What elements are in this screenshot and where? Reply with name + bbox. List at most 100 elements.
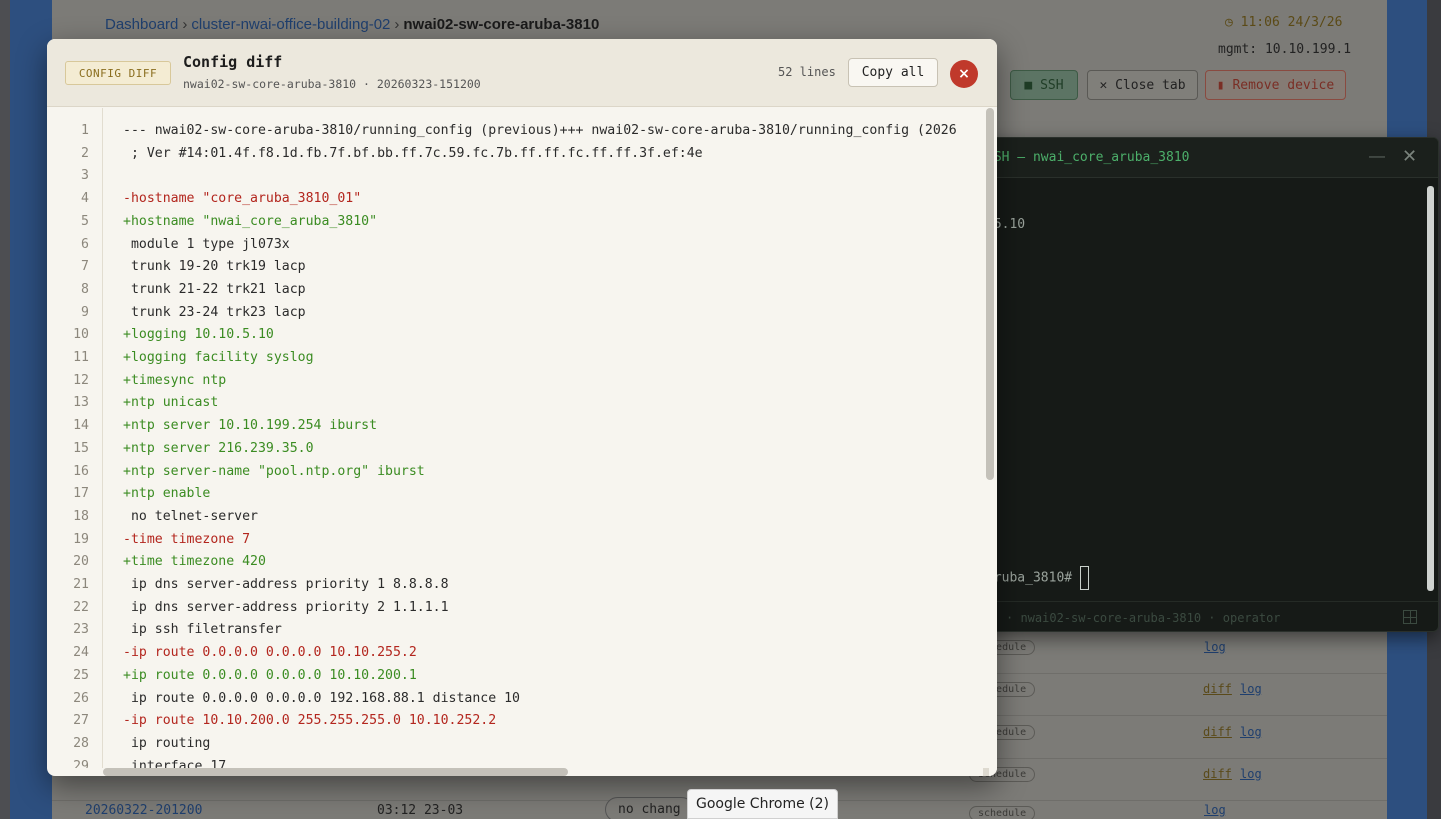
line-number: 19 bbox=[73, 531, 89, 547]
line-number: 25 bbox=[73, 667, 89, 683]
diff-link[interactable]: diff bbox=[1203, 767, 1232, 781]
line-number: 5 bbox=[81, 213, 89, 229]
schedule-pill[interactable]: schedule bbox=[969, 806, 1036, 819]
diff-line: 17 +ntp enable bbox=[47, 486, 983, 509]
breadcrumb-cluster[interactable]: cluster-nwai-office-building-02 bbox=[191, 16, 390, 33]
diff-line-text: +logging facility syslog bbox=[123, 350, 314, 365]
diff-line: 8 trunk 21-22 trk21 lacp bbox=[47, 282, 983, 305]
line-number: 24 bbox=[73, 645, 89, 661]
diff-line-text: +time timezone 420 bbox=[123, 554, 266, 570]
diff-line: 9 trunk 23-24 trk23 lacp bbox=[47, 305, 983, 328]
diff-line-text: module 1 type jl073x bbox=[123, 236, 290, 252]
line-number: 1 bbox=[81, 123, 89, 138]
scroll-corner bbox=[983, 768, 989, 776]
mgmt-address: mgmt: 10.10.199.1 bbox=[1218, 42, 1352, 57]
diff-line: 6 module 1 type jl073x bbox=[47, 237, 983, 260]
close-modal-button[interactable]: × bbox=[950, 60, 978, 88]
status-badge: no chang bbox=[605, 797, 694, 819]
line-number: 21 bbox=[73, 577, 89, 592]
clock: ◷ 11:06 24/3/26 bbox=[1225, 15, 1342, 30]
vertical-scrollbar[interactable] bbox=[986, 108, 994, 480]
line-number: 14 bbox=[73, 418, 89, 434]
diff-line: 2 ; Ver #14:01.4f.f8.1d.fb.7f.bf.bb.ff.7… bbox=[47, 146, 983, 169]
modal-subtitle: nwai02-sw-core-aruba-3810 · 20260323-151… bbox=[183, 77, 481, 91]
line-number: 28 bbox=[73, 735, 89, 751]
grid-icon[interactable] bbox=[1403, 610, 1417, 624]
diff-line: 27 -ip route 10.10.200.0 255.255.255.0 10… bbox=[47, 713, 983, 736]
diff-line: 12 +timesync ntp bbox=[47, 373, 983, 396]
terminal-output[interactable]: 5 .5.10 aruba_3810# bbox=[976, 179, 1426, 594]
log-link[interactable]: log bbox=[1204, 803, 1226, 817]
remove-device-label: Remove device bbox=[1232, 77, 1335, 93]
diff-line-text: --- nwai02-sw-core-aruba-3810/running_co… bbox=[123, 123, 957, 138]
close-tab-button[interactable]: ✕ Close tab bbox=[1087, 70, 1198, 100]
diff-line: 10 +logging 10.10.5.10 bbox=[47, 327, 983, 350]
log-link[interactable]: log bbox=[1240, 682, 1262, 696]
line-number: 12 bbox=[73, 372, 89, 388]
ssh-button[interactable]: ■ SSH bbox=[1010, 70, 1078, 100]
line-number: 6 bbox=[81, 236, 89, 252]
diff-line: 14 +ntp server 10.10.199.254 iburst bbox=[47, 418, 983, 441]
log-link[interactable]: log bbox=[1240, 725, 1262, 739]
diff-line-text: +hostname "nwai_core_aruba_3810" bbox=[123, 213, 378, 229]
copy-all-button[interactable]: Copy all bbox=[848, 58, 938, 87]
taskbar-tooltip: Google Chrome (2) bbox=[687, 789, 838, 819]
diff-line-text: +ntp server 10.10.199.254 iburst bbox=[123, 418, 378, 434]
line-number: 22 bbox=[73, 599, 89, 615]
diff-line: 29 interface 17 bbox=[47, 759, 983, 768]
diff-line-text: +ntp enable bbox=[123, 486, 211, 502]
line-number: 8 bbox=[81, 281, 89, 297]
diff-line: 28 ip routing bbox=[47, 736, 983, 759]
close-icon[interactable]: ✕ bbox=[1402, 146, 1417, 167]
diff-line-text: ip route 0.0.0.0 0.0.0.0 192.168.88.1 di… bbox=[123, 690, 520, 706]
diff-line-text: ; Ver #14:01.4f.f8.1d.fb.7f.bf.bb.ff.7c.… bbox=[123, 145, 703, 161]
history-snapshot-id[interactable]: 20260322-201200 bbox=[85, 803, 202, 818]
trash-icon: ▮ bbox=[1216, 77, 1233, 93]
diff-link[interactable]: diff bbox=[1203, 725, 1232, 739]
horizontal-scrollbar[interactable] bbox=[103, 768, 568, 776]
ssh-button-label: SSH bbox=[1040, 77, 1064, 93]
diff-line: 1 --- nwai02-sw-core-aruba-3810/running_c… bbox=[47, 123, 983, 146]
diff-line: 18 no telnet-server bbox=[47, 509, 983, 532]
minimize-icon[interactable]: — bbox=[1369, 148, 1385, 166]
diff-line-text: +ip route 0.0.0.0 0.0.0.0 10.10.200.1 bbox=[123, 667, 417, 683]
line-number: 2 bbox=[81, 145, 89, 161]
diff-link[interactable]: diff bbox=[1203, 682, 1232, 696]
line-number: 29 bbox=[73, 758, 89, 768]
line-number: 23 bbox=[73, 622, 89, 638]
clock-text: 11:06 24/3/26 bbox=[1240, 15, 1343, 30]
line-number: 7 bbox=[81, 259, 89, 275]
diff-line: 26 ip route 0.0.0.0 0.0.0.0 192.168.88.1… bbox=[47, 691, 983, 714]
diff-line: 20 +time timezone 420 bbox=[47, 554, 983, 577]
breadcrumb-separator: › bbox=[394, 16, 400, 33]
diff-line-text: +ntp server 216.239.35.0 bbox=[123, 440, 314, 456]
diff-line-text: +ntp unicast bbox=[123, 395, 219, 411]
diff-code-view[interactable]: 1 --- nwai02-sw-core-aruba-3810/running_c… bbox=[47, 108, 983, 768]
diff-line-text: +logging 10.10.5.10 bbox=[123, 327, 274, 343]
x-icon: ✕ bbox=[1099, 77, 1116, 93]
terminal-prompt: aruba_3810# bbox=[986, 570, 1073, 586]
log-link[interactable]: log bbox=[1240, 767, 1262, 781]
diff-line: 15 +ntp server 216.239.35.0 bbox=[47, 441, 983, 464]
diff-line: 23 ip ssh filetransfer bbox=[47, 622, 983, 645]
terminal-prompt-line: aruba_3810# bbox=[986, 566, 1090, 590]
modal-title: Config diff bbox=[183, 53, 283, 71]
terminal-cursor bbox=[1080, 566, 1090, 590]
close-tab-label: Close tab bbox=[1115, 77, 1186, 93]
terminal-footer-text: · nwai02-sw-core-aruba-3810 · operator bbox=[1006, 611, 1281, 625]
config-diff-modal: CONFIG DIFF Config diff nwai02-sw-core-a… bbox=[47, 39, 997, 776]
breadcrumb-dashboard[interactable]: Dashboard bbox=[105, 16, 178, 33]
diff-line-text: ip dns server-address priority 1 8.8.8.8 bbox=[123, 577, 449, 592]
remove-device-button[interactable]: ▮ Remove device bbox=[1205, 70, 1346, 100]
breadcrumb: Dashboard › cluster-nwai-office-building-0… bbox=[105, 16, 599, 33]
line-number: 13 bbox=[73, 395, 89, 411]
diff-line-text: ip ssh filetransfer bbox=[123, 622, 282, 638]
terminal-titlebar[interactable]: SSH — nwai_core_aruba_3810 — ✕ bbox=[976, 138, 1438, 178]
diff-line: 21 ip dns server-address priority 1 8.8.… bbox=[47, 577, 983, 600]
ssh-terminal-window[interactable]: SSH — nwai_core_aruba_3810 — ✕ 5 .5.10 a… bbox=[975, 137, 1439, 632]
line-number: 3 bbox=[81, 168, 89, 184]
diff-line: 13 +ntp unicast bbox=[47, 395, 983, 418]
terminal-scrollbar[interactable] bbox=[1427, 186, 1434, 591]
log-link[interactable]: log bbox=[1204, 640, 1226, 654]
diff-line-text: trunk 19-20 trk19 lacp bbox=[123, 259, 306, 275]
